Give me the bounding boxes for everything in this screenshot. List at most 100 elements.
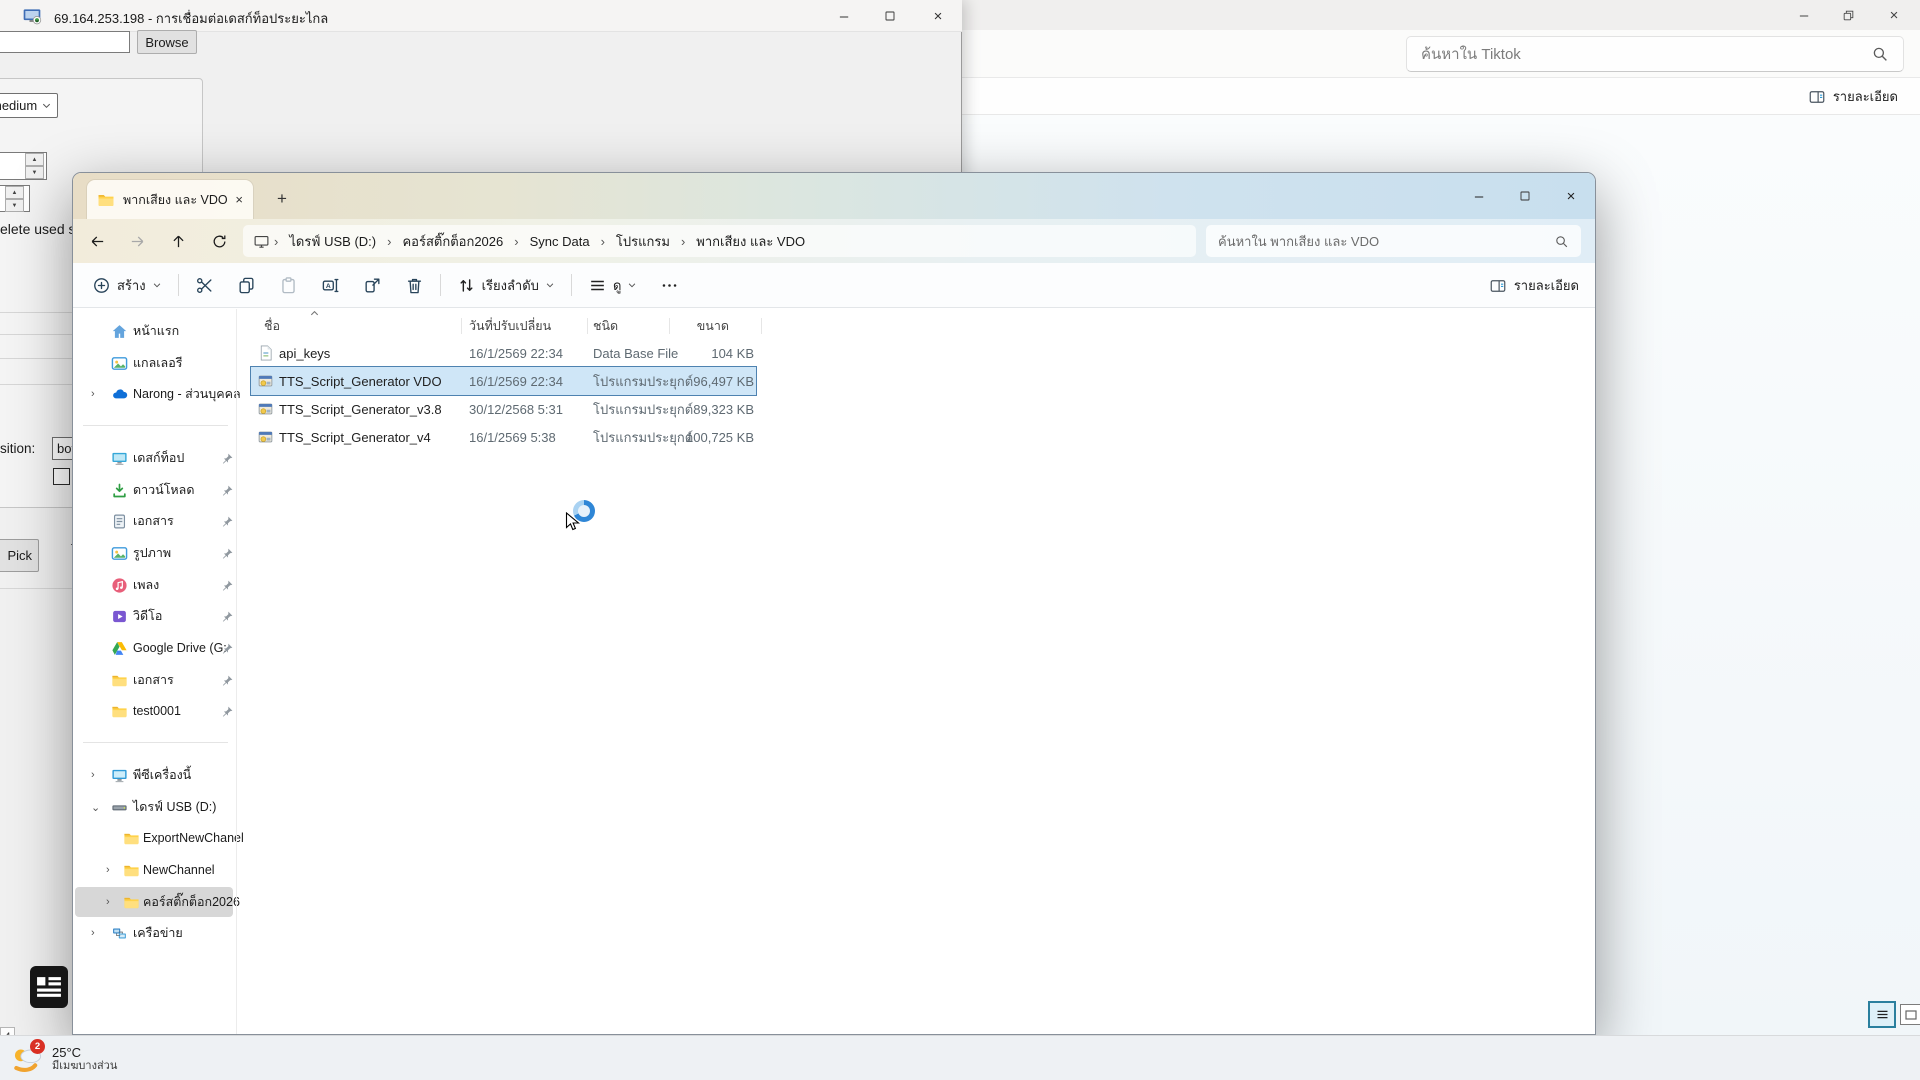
- explorer-body: หน้าแรกแกลเลอรี›Narong - ส่วนบุคคลเดสก์ท…: [73, 309, 1595, 1035]
- column-divider: [461, 318, 462, 334]
- up-button[interactable]: [161, 225, 195, 257]
- folder-icon: [97, 191, 115, 209]
- explorer-maximize-button[interactable]: [1502, 176, 1548, 216]
- refresh-icon: [211, 233, 228, 250]
- toolbar-separator: [440, 274, 441, 296]
- delete-used-label: elete used s: [0, 221, 76, 237]
- file-row[interactable]: TTS_Script_Generator_v416/1/2569 5:38โปร…: [251, 423, 756, 451]
- remote-desktop-icon: [22, 6, 42, 26]
- more-button[interactable]: [653, 271, 686, 300]
- weather-icon: 2: [10, 1043, 46, 1075]
- forward-button[interactable]: [120, 225, 154, 257]
- rdp-text-field[interactable]: [0, 31, 130, 53]
- explorer-close-button[interactable]: ×: [1548, 176, 1594, 216]
- file-name: api_keys: [279, 339, 330, 367]
- sort-label: เรียงลำดับ: [482, 275, 539, 296]
- app-file-icon: [257, 423, 274, 451]
- chevron-down-icon: [627, 280, 637, 290]
- cut-button[interactable]: [188, 271, 221, 300]
- bg-search-placeholder: ค้นหาใน Tiktok: [1421, 42, 1521, 66]
- column-header-size[interactable]: ขนาด: [633, 316, 729, 336]
- bg-details-button[interactable]: รายละเอียด: [1808, 78, 1898, 115]
- column-header-date[interactable]: วันที่ปรับเปลี่ยน: [469, 316, 551, 336]
- bg-close-button[interactable]: ×: [1875, 2, 1913, 28]
- db-file-icon: [257, 339, 274, 367]
- spin-down-button-1[interactable]: ▼: [25, 166, 44, 179]
- chevron-down-icon: [41, 100, 52, 111]
- new-button[interactable]: สร้าง: [85, 270, 169, 301]
- explorer-details-button[interactable]: รายละเอียด: [1489, 263, 1579, 308]
- bg-minimize-button[interactable]: –: [1785, 2, 1823, 28]
- notification-badge: 2: [30, 1039, 45, 1054]
- file-row[interactable]: TTS_Script_Generator_v3.830/12/2568 5:31…: [251, 395, 756, 423]
- breadcrumb-item[interactable]: พากเสียง และ VDO: [689, 228, 812, 255]
- file-explorer-window: พากเสียง และ VDO × + – × ›ไดรฟ์ USB (D:)…: [72, 172, 1596, 1035]
- bg-search-box[interactable]: ค้นหาใน Tiktok: [1406, 36, 1904, 72]
- rdp-close-button[interactable]: ×: [921, 3, 955, 29]
- breadcrumb-item[interactable]: Sync Data: [523, 231, 597, 252]
- weather-widget[interactable]: 2 25°C มีเมฆบางส่วน: [10, 1039, 117, 1079]
- rdp-titlebar: 69.164.253.198 - การเชื่อมต่อเดสก์ท็อประ…: [0, 0, 962, 32]
- dropdown-value: medium: [0, 98, 37, 113]
- details-panel-icon: [1489, 277, 1507, 295]
- file-size: 100,725 KB: [651, 423, 754, 451]
- file-row[interactable]: api_keys16/1/2569 22:34Data Base File104…: [251, 339, 756, 367]
- tab-title: พากเสียง และ VDO: [123, 190, 235, 210]
- column-header-type[interactable]: ชนิด: [593, 316, 618, 336]
- back-button[interactable]: [80, 225, 114, 257]
- pick-button[interactable]: Pick: [0, 539, 39, 572]
- column-header-name[interactable]: ชื่อ: [264, 316, 280, 336]
- bg-view-details-toggle[interactable]: [1868, 1001, 1896, 1028]
- new-label: สร้าง: [117, 275, 146, 296]
- checkbox[interactable]: [53, 468, 70, 485]
- restore-icon: [1842, 9, 1855, 22]
- explorer-search-box[interactable]: ค้นหาใน พากเสียง และ VDO: [1206, 225, 1581, 257]
- bg-view-icons-toggle[interactable]: [1900, 1004, 1920, 1025]
- spin-down-button-2[interactable]: ▼: [5, 199, 24, 212]
- share-button[interactable]: [356, 271, 389, 300]
- copy-button[interactable]: [230, 271, 263, 300]
- refresh-button[interactable]: [202, 225, 236, 257]
- weather-condition: มีเมฆบางส่วน: [52, 1060, 117, 1073]
- chevron-right-icon: ›: [272, 234, 280, 249]
- delete-button[interactable]: [398, 271, 431, 300]
- view-lines-icon: [588, 276, 607, 295]
- rename-icon: A: [321, 276, 340, 295]
- breadcrumb-item[interactable]: ไดรฟ์ USB (D:): [282, 228, 383, 255]
- position-label: sition:: [0, 441, 35, 456]
- quality-dropdown[interactable]: medium: [0, 93, 58, 118]
- mouse-cursor: [565, 512, 580, 532]
- rdp-minimize-button[interactable]: –: [827, 3, 861, 29]
- file-row[interactable]: TTS_Script_Generator VDO16/1/2569 22:34โ…: [251, 367, 756, 395]
- watermark-logo: [30, 966, 68, 1008]
- explorer-tab[interactable]: พากเสียง และ VDO ×: [87, 180, 253, 219]
- spin-up-button-2[interactable]: ▲: [5, 186, 24, 199]
- view-button[interactable]: ดู: [581, 270, 644, 301]
- monitor-icon: [253, 233, 270, 250]
- sort-button[interactable]: เรียงลำดับ: [450, 270, 562, 301]
- rename-button[interactable]: A: [314, 271, 347, 300]
- file-date: 16/1/2569 22:34: [469, 339, 563, 367]
- new-tab-button[interactable]: +: [269, 186, 295, 212]
- column-divider: [761, 318, 762, 334]
- chevron-right-icon: ›: [512, 234, 520, 249]
- explorer-minimize-button[interactable]: –: [1456, 176, 1502, 216]
- chevron-down-icon: [152, 280, 162, 290]
- sort-arrows-icon: [457, 276, 476, 295]
- tab-close-icon[interactable]: ×: [235, 192, 243, 207]
- back-icon: [89, 233, 106, 250]
- explorer-tabbar: พากเสียง และ VDO × + – ×: [73, 173, 1595, 219]
- file-date: 16/1/2569 5:38: [469, 423, 556, 451]
- rdp-maximize-button[interactable]: [873, 3, 907, 29]
- file-list-area: ชื่อ วันที่ปรับเปลี่ยน ชนิด ขนาด api_keys 16/…: [73, 309, 1595, 1035]
- bg-restore-button[interactable]: [1829, 2, 1867, 28]
- breadcrumb-item[interactable]: โปรแกรม: [609, 228, 677, 255]
- file-name: TTS_Script_Generator_v4: [279, 423, 431, 451]
- paste-button[interactable]: [272, 271, 305, 300]
- browse-button[interactable]: Browse: [137, 30, 197, 54]
- spin-up-button-1[interactable]: ▲: [25, 153, 44, 166]
- svg-text:A: A: [325, 283, 330, 290]
- list-view-icon: [1875, 1007, 1890, 1022]
- breadcrumb-item[interactable]: คอร์สติ๊กต็อก2026: [395, 228, 510, 255]
- forward-icon: [129, 233, 146, 250]
